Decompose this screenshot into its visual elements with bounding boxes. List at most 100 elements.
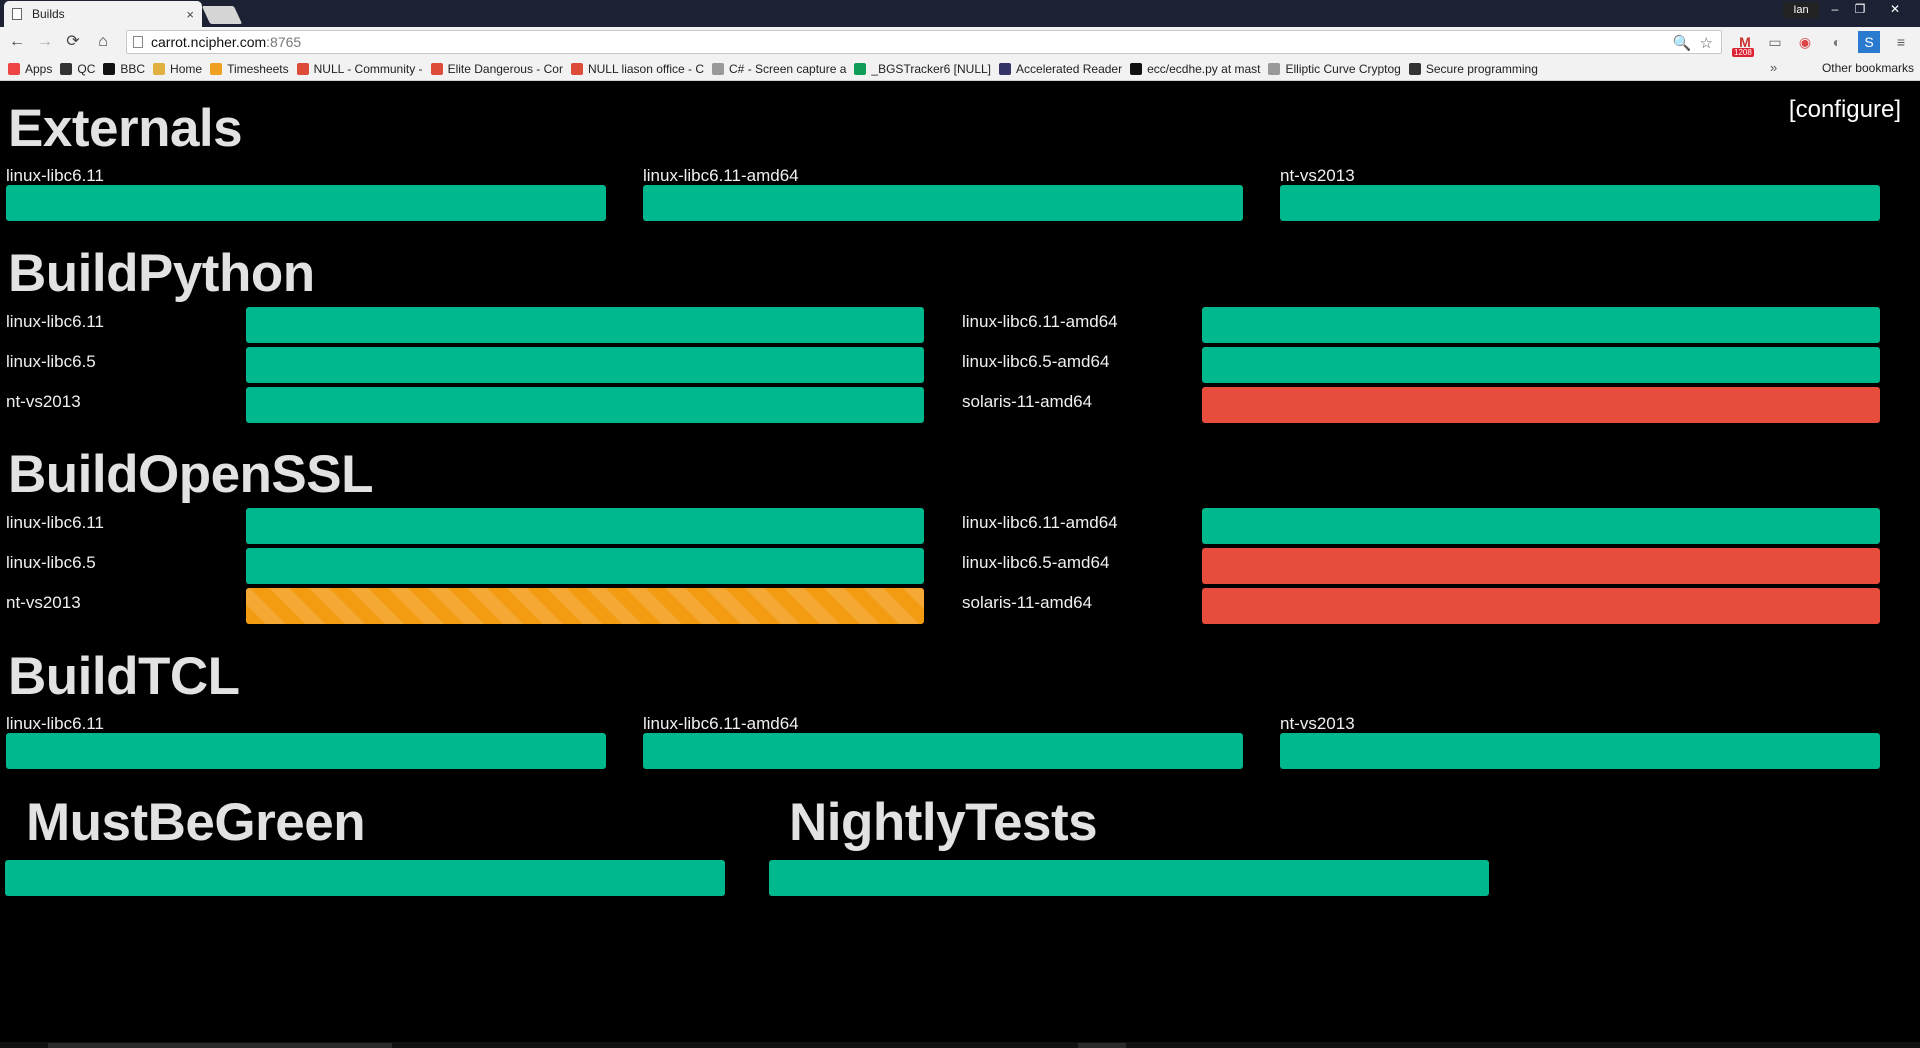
other-bookmarks-label: Other bookmarks — [1821, 61, 1914, 75]
builder-label[interactable]: nt-vs2013 — [6, 593, 81, 613]
builder-label[interactable]: linux-libc6.5-amd64 — [962, 352, 1109, 372]
address-bar[interactable]: carrot.ncipher.com:8765 🔍 ☆ — [126, 30, 1722, 54]
google-plus-icon — [296, 62, 309, 75]
link-icon — [1408, 62, 1421, 75]
bookmark-item[interactable]: BBC — [103, 62, 145, 76]
tab-builds[interactable]: Builds × — [4, 1, 202, 27]
builder-label[interactable]: nt-vs2013 — [6, 392, 81, 412]
bookmark-label: Apps — [25, 61, 53, 76]
builder-label[interactable]: linux-libc6.5 — [6, 352, 96, 372]
build-status-bar-success[interactable] — [246, 347, 924, 383]
bookmark-label: Accelerated Reader — [1016, 61, 1123, 76]
bookmark-item[interactable]: Timesheets — [210, 62, 289, 76]
bookmark-label: NULL - Community - — [313, 61, 423, 76]
bookmark-item[interactable]: C# - Screen capture a — [712, 62, 846, 76]
build-status-bar-success[interactable] — [643, 185, 1243, 221]
bookmark-item[interactable]: Elliptic Curve Cryptog — [1268, 61, 1401, 76]
bookmark-item[interactable]: Home — [153, 62, 202, 76]
build-status-bar-building[interactable] — [246, 588, 924, 624]
page-icon — [12, 8, 22, 20]
back-icon[interactable]: ← — [6, 31, 28, 53]
bookmark-label: Home — [170, 61, 203, 76]
bookmark-label: NULL liason office - C — [587, 61, 705, 76]
folder-icon — [153, 62, 166, 75]
builder-label[interactable]: linux-libc6.11 — [6, 513, 104, 533]
bookmark-label: Elite Dangerous - Cor — [447, 61, 563, 76]
builder-label[interactable]: solaris-11-amd64 — [962, 392, 1092, 412]
builder-label[interactable]: linux-libc6.11-amd64 — [962, 312, 1118, 332]
build-status-bar-success[interactable] — [6, 733, 606, 769]
build-status-bar-failure[interactable] — [1202, 548, 1880, 584]
profile-button[interactable]: Ian — [1783, 2, 1819, 18]
bookmark-label: C# - Screen capture a — [729, 61, 847, 76]
bookmark-item[interactable]: ecc/ecdhe.py at mast — [1130, 62, 1260, 76]
bookmark-item[interactable]: Secure programming — [1408, 62, 1538, 76]
cast-icon[interactable]: ▭ — [1764, 31, 1786, 53]
restore-icon[interactable]: ❐ — [1848, 1, 1872, 17]
more-bookmarks-icon[interactable]: » — [1770, 60, 1777, 75]
page-icon — [133, 36, 143, 48]
screenshot-extension-icon[interactable]: S — [1858, 31, 1880, 53]
zoom-icon[interactable]: 🔍 — [1673, 34, 1692, 52]
sheets-icon — [854, 62, 867, 75]
builder-label[interactable]: nt-vs2013 — [1280, 714, 1355, 734]
bookmark-item[interactable]: Apps — [8, 62, 52, 76]
builder-label[interactable]: linux-libc6.11-amd64 — [643, 714, 799, 734]
build-status-bar-success[interactable] — [1202, 307, 1880, 343]
bookmark-label: Elliptic Curve Cryptog — [1285, 61, 1401, 76]
apps-grid-icon — [8, 62, 20, 75]
builder-label[interactable]: linux-libc6.11 — [6, 714, 104, 734]
section-title-nightlytests: NightlyTests — [789, 793, 1098, 852]
bookmark-item[interactable]: _BGSTracker6 [NULL] — [854, 62, 991, 76]
configure-link[interactable]: [configure] — [1789, 96, 1901, 124]
build-status-bar-failure[interactable] — [1202, 588, 1880, 624]
tab-strip: Builds × Ian – ❐ ✕ — [0, 0, 1920, 27]
reload-icon[interactable]: ⟳ — [62, 31, 84, 53]
build-status-bar-success[interactable] — [5, 860, 725, 896]
build-status-bar-success[interactable] — [643, 733, 1243, 769]
builder-label[interactable]: linux-libc6.11 — [6, 312, 104, 332]
bookmark-label: Timesheets — [227, 61, 289, 76]
close-tab-icon[interactable]: × — [186, 7, 194, 22]
bookmark-star-icon[interactable]: ☆ — [1700, 34, 1713, 52]
audio-extension-icon[interactable]: ◐ — [1826, 31, 1848, 53]
build-status-bar-success[interactable] — [1280, 185, 1880, 221]
build-status-bar-success[interactable] — [246, 307, 924, 343]
bookmark-item[interactable]: Accelerated Reader — [999, 62, 1122, 76]
build-status-bar-failure[interactable] — [1202, 387, 1880, 423]
minimize-icon[interactable]: – — [1823, 1, 1847, 17]
build-status-bar-success[interactable] — [769, 860, 1489, 896]
builder-label[interactable]: nt-vs2013 — [1280, 166, 1355, 186]
builder-label[interactable]: solaris-11-amd64 — [962, 593, 1092, 613]
bbc-icon — [103, 62, 116, 75]
bookmark-label: BBC — [120, 61, 146, 76]
other-bookmarks[interactable]: Other bookmarks — [1822, 61, 1914, 75]
browser-toolbar: ← → ⟳ ⌂ carrot.ncipher.com:8765 🔍 ☆ M 12… — [0, 27, 1920, 57]
build-status-bar-success[interactable] — [1202, 508, 1880, 544]
taskbar — [0, 1042, 1920, 1048]
bookmarks-bar: Apps QC BBC Home Timesheets NULL - Community … — [0, 57, 1920, 81]
close-window-icon[interactable]: ✕ — [1883, 1, 1907, 17]
forward-icon[interactable]: → — [34, 31, 56, 53]
home-icon[interactable]: ⌂ — [92, 31, 114, 53]
build-status-bar-success[interactable] — [246, 508, 924, 544]
build-status-bar-success[interactable] — [1202, 347, 1880, 383]
build-status-bar-success[interactable] — [1280, 733, 1880, 769]
bookmark-item[interactable]: QC — [60, 62, 95, 76]
bookmark-item[interactable]: NULL - Community - — [296, 61, 423, 76]
builder-label[interactable]: linux-libc6.5 — [6, 553, 96, 573]
build-status-bar-success[interactable] — [246, 548, 924, 584]
bookmark-item[interactable]: NULL liason office - C — [570, 61, 705, 76]
new-tab-button[interactable] — [201, 6, 243, 24]
builder-label[interactable]: linux-libc6.11 — [6, 166, 104, 186]
build-status-bar-success[interactable] — [246, 387, 924, 423]
menu-icon[interactable]: ≡ — [1890, 31, 1912, 53]
extension-icon[interactable]: ◉ — [1794, 31, 1816, 53]
builder-label[interactable]: linux-libc6.11-amd64 — [962, 513, 1118, 533]
builder-label[interactable]: linux-libc6.11-amd64 — [643, 166, 799, 186]
build-status-bar-success[interactable] — [6, 185, 606, 221]
bookmark-item[interactable]: Elite Dangerous - Cor — [430, 61, 563, 76]
builder-label[interactable]: linux-libc6.5-amd64 — [962, 553, 1109, 573]
qc-icon — [60, 62, 73, 75]
page-icon — [1268, 62, 1281, 75]
